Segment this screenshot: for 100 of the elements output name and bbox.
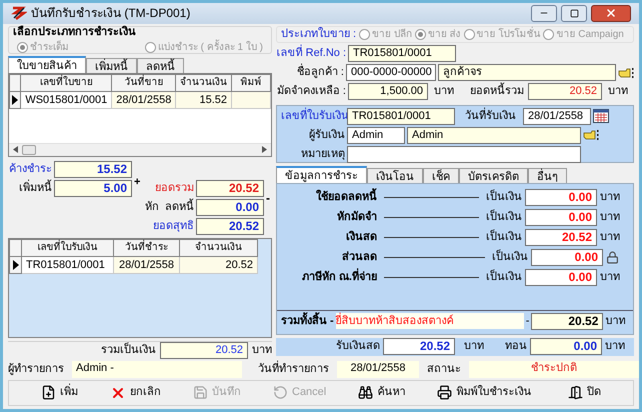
value-field[interactable]: TR015801/0001 xyxy=(348,45,456,62)
field-label: มัดจำคงเหลือ : xyxy=(276,84,346,100)
value-field[interactable]: 20.52 xyxy=(525,229,597,246)
field-label: บาท xyxy=(464,339,485,354)
field-label: เป็นเงิน xyxy=(486,229,522,246)
tab[interactable]: เงินโอน xyxy=(367,168,423,183)
value-field[interactable]: 20.52 xyxy=(531,312,604,330)
value-field[interactable]: 0.00 xyxy=(525,269,597,286)
field-label: สถานะ xyxy=(427,362,461,377)
plus-sign: + xyxy=(133,174,142,190)
value-field[interactable]: 15.52 xyxy=(54,160,132,178)
tab[interactable]: เช็ค xyxy=(423,168,459,183)
value-field[interactable]: 28/01/2558 xyxy=(337,360,419,378)
field-label: บาท xyxy=(605,339,625,354)
field-label: เลขที่ Ref.No : xyxy=(276,45,346,62)
window-title: บันทึกรับชำระเงิน (TM-DP001) xyxy=(31,5,190,22)
field-label: ผู้รับเงิน xyxy=(308,128,345,143)
tab[interactable]: ลดหนี้ xyxy=(137,58,184,73)
value-field[interactable]: 1,500.00 xyxy=(348,83,428,100)
maximize-button[interactable] xyxy=(561,4,587,22)
field-label: ชื่อลูกค้า : xyxy=(276,64,344,81)
value-field[interactable]: 20.52 xyxy=(383,338,455,356)
printer-icon xyxy=(437,385,452,400)
field-label: บาท xyxy=(252,342,272,358)
field-label: ยอดรวม xyxy=(154,180,195,196)
column-header[interactable]: จำนวนเงิน xyxy=(180,239,258,256)
field-label: รวมทั้งสิ้น - xyxy=(281,312,334,330)
toolbar-button[interactable]: พิมพ์ใบชำระเงิน xyxy=(429,380,540,405)
amount-in-words: ยี่สิบบาทห้าสิบสองสตางค์ xyxy=(336,312,524,330)
toolbar-button[interactable]: ค้นหา xyxy=(350,380,414,405)
column-header[interactable]: วันที่ชำระ xyxy=(114,239,180,256)
column-header[interactable]: จำนวนเงิน xyxy=(176,74,232,92)
app-logo-icon xyxy=(11,6,27,20)
value-field[interactable]: 0.00 xyxy=(530,338,602,356)
value-field[interactable]: 20.52 xyxy=(196,218,264,235)
table-cell: TR015801/0001 xyxy=(22,256,114,274)
field-label: ผู้ทำรายการ xyxy=(8,362,64,377)
field-label: หักมัดจำ xyxy=(336,210,377,226)
field-label: ส่วนลด xyxy=(341,250,377,266)
close-icon xyxy=(605,7,617,20)
value-field[interactable]: Admin - xyxy=(72,360,242,378)
value-field[interactable]: 20.52 xyxy=(528,83,602,100)
door-icon xyxy=(568,385,583,400)
value-field[interactable]: ชำระปกติ xyxy=(469,360,639,378)
value-field[interactable]: ลูกค้าจร xyxy=(438,64,616,82)
value-field[interactable]: 28/01/2558 xyxy=(523,108,591,125)
table-cell: 28/01/2558 xyxy=(114,256,180,274)
value-field[interactable]: 0.00 xyxy=(531,249,603,266)
lock-icon[interactable] xyxy=(606,251,620,264)
column-header[interactable]: เลขที่ใบรับเงิน xyxy=(22,239,114,256)
field-label: บาท xyxy=(600,270,620,286)
tab[interactable]: ข้อมูลการชำระ xyxy=(276,166,367,183)
value-field[interactable]: 5.00 xyxy=(54,180,132,197)
field-label: บาท xyxy=(600,230,620,246)
field-label: ค้างชำระ xyxy=(8,162,53,177)
value-field[interactable]: 000-0000-00000 xyxy=(346,64,436,82)
value-field[interactable]: Admin xyxy=(347,126,405,144)
field-label: ประเภทใบขาย : xyxy=(281,26,356,42)
table-cell: WS015801/0001 xyxy=(20,91,112,109)
tab[interactable]: เพิ่มหนี้ xyxy=(86,58,137,73)
column-header[interactable]: เลขที่ใบขาย xyxy=(20,74,112,92)
scrollbar-thumb[interactable] xyxy=(22,144,36,155)
new-file-icon xyxy=(41,385,56,400)
scroll-right-icon[interactable] xyxy=(262,146,267,154)
value-field[interactable]: Admin xyxy=(407,126,581,144)
tab[interactable]: ใบขายสินค้า xyxy=(8,56,86,73)
table-cell: 15.52 xyxy=(176,91,232,109)
field-label: วันที่ทำรายการ xyxy=(258,360,329,377)
toolbar-button[interactable]: เพิ่ม xyxy=(33,380,86,405)
horizontal-scrollbar[interactable] xyxy=(9,142,271,156)
minus-sign: - xyxy=(265,190,271,207)
calendar-icon[interactable] xyxy=(593,109,609,124)
field-label: บาท xyxy=(600,190,620,206)
maximize-icon xyxy=(570,8,578,18)
close-button[interactable] xyxy=(591,4,631,22)
field-label: วันที่รับเงิน xyxy=(465,108,517,124)
field-label: เงินสด xyxy=(345,230,377,246)
value-field[interactable]: 20.52 xyxy=(160,342,248,359)
field-label: ยอดสุทธิ xyxy=(152,218,195,234)
value-field[interactable]: 0.00 xyxy=(525,209,597,226)
group-title: เลือกประเภทการชำระเงิน xyxy=(13,24,137,40)
note-field[interactable] xyxy=(347,146,581,163)
column-header[interactable]: พิมพ์ xyxy=(232,74,270,92)
value-field[interactable]: 0.00 xyxy=(196,198,264,216)
scroll-left-icon[interactable] xyxy=(13,146,18,154)
field-label: หัก ลดหนี้ xyxy=(144,198,195,215)
toolbar-button[interactable]: ปิด xyxy=(560,380,609,405)
tab[interactable]: อื่นๆ xyxy=(528,168,567,183)
field-label: หมายเหตุ xyxy=(300,146,345,162)
field-label: บาท xyxy=(434,84,455,100)
field-label: ใช้ยอดลดหนี้ xyxy=(281,189,377,206)
table-cell: 20.52 xyxy=(180,256,258,274)
toolbar-button[interactable]: ยกเลิก xyxy=(102,380,169,405)
tab[interactable]: บัตรเครดิต xyxy=(459,168,528,183)
value-field[interactable]: 20.52 xyxy=(196,180,264,197)
field-label: ภาษีหัก ณ.ที่จ่าย xyxy=(281,269,377,286)
value-field[interactable]: 0.00 xyxy=(525,189,597,206)
field-label: บาท xyxy=(605,314,626,329)
column-header[interactable]: วันที่ขาย xyxy=(112,74,176,92)
value-field[interactable]: TR015801/0001 xyxy=(347,108,455,125)
